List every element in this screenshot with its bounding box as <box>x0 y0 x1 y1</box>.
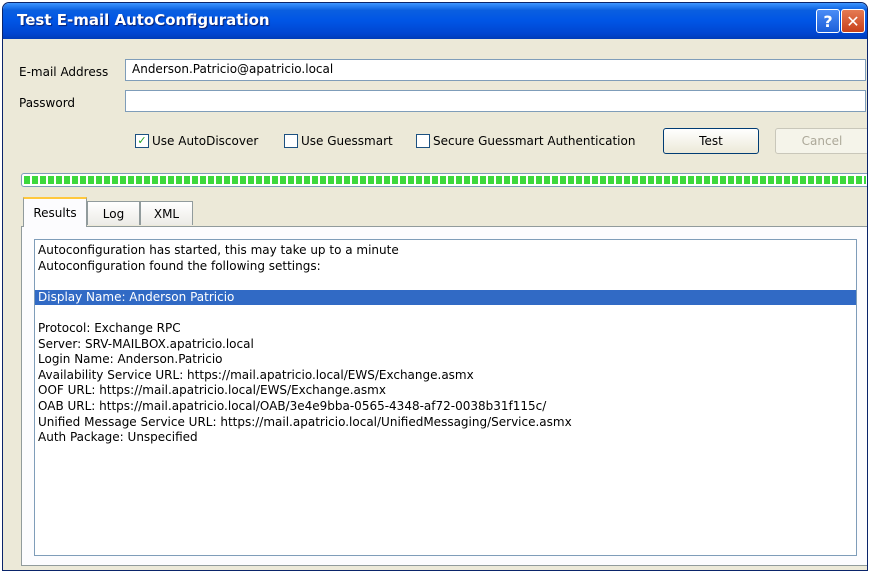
result-line[interactable]: Auth Package: Unspecified <box>35 430 856 446</box>
use-guessmart-checkbox[interactable]: Use Guessmart <box>284 134 393 148</box>
window-title: Test E-mail AutoConfiguration <box>17 11 270 29</box>
cancel-button[interactable]: Cancel <box>775 128 867 154</box>
result-line[interactable]: Unified Message Service URL: https://mai… <box>35 415 856 431</box>
result-line[interactable]: Login Name: Anderson.Patricio <box>35 352 856 368</box>
progress-bar <box>21 173 867 187</box>
selected-result-line[interactable]: Display Name: Anderson Patricio <box>35 289 856 306</box>
result-line[interactable]: Availability Service URL: https://mail.a… <box>35 368 856 384</box>
progress-fill <box>24 176 866 184</box>
results-tab-panel: Autoconfiguration has started, this may … <box>21 226 867 566</box>
checkbox-box[interactable] <box>416 134 430 148</box>
result-line[interactable]: Protocol: Exchange RPC <box>35 321 856 337</box>
title-bar[interactable]: Test E-mail AutoConfiguration ? ✕ <box>3 3 867 39</box>
email-field[interactable]: Anderson.Patricio@apatricio.local <box>125 59 866 81</box>
result-line[interactable] <box>35 274 856 290</box>
result-line[interactable]: Autoconfiguration has started, this may … <box>35 243 856 259</box>
tab-log[interactable]: Log <box>87 201 140 225</box>
checkbox-label: Secure Guessmart Authentication <box>433 134 636 148</box>
checkbox-box[interactable]: ✓ <box>135 134 149 148</box>
tab-xml[interactable]: XML <box>140 201 193 225</box>
checkbox-label: Use Guessmart <box>301 134 393 148</box>
help-button[interactable]: ? <box>816 9 840 33</box>
use-autodiscover-checkbox[interactable]: ✓ Use AutoDiscover <box>135 134 258 148</box>
result-line[interactable]: OOF URL: https://mail.apatricio.local/EW… <box>35 383 856 399</box>
secure-guessmart-checkbox[interactable]: Secure Guessmart Authentication <box>416 134 635 148</box>
checkbox-box[interactable] <box>284 134 298 148</box>
dialog-window: Test E-mail AutoConfiguration ? ✕ E-mail… <box>2 2 868 571</box>
test-button[interactable]: Test <box>663 128 759 154</box>
result-line[interactable]: Server: SRV-MAILBOX.apatricio.local <box>35 337 856 353</box>
close-button[interactable]: ✕ <box>841 9 865 33</box>
email-label: E-mail Address <box>19 65 109 79</box>
tab-results[interactable]: Results <box>23 197 87 227</box>
password-field[interactable] <box>125 90 866 112</box>
results-textarea[interactable]: Autoconfiguration has started, this may … <box>34 239 857 556</box>
result-line[interactable]: OAB URL: https://mail.apatricio.local/OA… <box>35 399 856 415</box>
password-label: Password <box>19 96 76 110</box>
result-line[interactable] <box>35 305 856 321</box>
result-line[interactable]: Autoconfiguration found the following se… <box>35 259 856 275</box>
checkbox-label: Use AutoDiscover <box>152 134 259 148</box>
